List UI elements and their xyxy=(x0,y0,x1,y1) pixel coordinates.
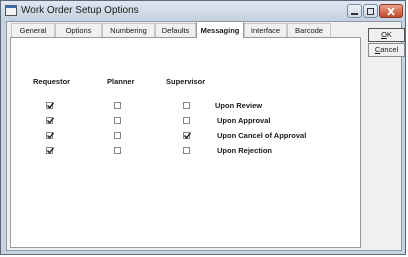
maximize-icon xyxy=(367,8,374,15)
tab-options[interactable]: Options xyxy=(55,23,102,37)
requestor-checkbox[interactable] xyxy=(46,132,55,139)
close-icon xyxy=(387,7,395,16)
planner-checkbox[interactable] xyxy=(114,132,121,139)
dialog-body: General Options Numbering Defaults Messa… xyxy=(6,21,405,251)
event-label: Upon Rejection xyxy=(217,146,273,155)
planner-checkbox[interactable] xyxy=(114,102,121,109)
planner-checkbox[interactable] xyxy=(114,147,121,154)
supervisor-header: Supervisor xyxy=(166,77,206,86)
supervisor-checkbox[interactable] xyxy=(183,117,190,124)
event-label: Upon Approval xyxy=(217,116,271,125)
checkmark-icon xyxy=(46,147,55,154)
requestor-checkbox[interactable] xyxy=(46,147,55,154)
supervisor-checkbox[interactable] xyxy=(183,147,190,154)
tab-barcode[interactable]: Barcode xyxy=(287,23,331,37)
title-bar[interactable]: Work Order Setup Options xyxy=(1,1,405,21)
tab-general[interactable]: General xyxy=(11,23,55,37)
minimize-button[interactable] xyxy=(347,4,362,18)
supervisor-checkbox[interactable] xyxy=(183,102,190,109)
tab-numbering[interactable]: Numbering xyxy=(102,23,155,37)
tab-defaults[interactable]: Defaults xyxy=(155,23,196,37)
window-title: Work Order Setup Options xyxy=(21,5,139,16)
setup-options-window: Work Order Setup Options General Options… xyxy=(0,0,406,255)
close-button[interactable] xyxy=(379,4,403,18)
requestor-checkbox[interactable] xyxy=(46,102,55,109)
event-label: Upon Review xyxy=(215,101,263,110)
app-icon xyxy=(5,5,17,16)
tab-interface[interactable]: Interface xyxy=(244,23,287,37)
maximize-button[interactable] xyxy=(363,4,378,18)
messaging-panel: Requestor Planner Supervisor Upon Review… xyxy=(10,37,361,248)
minimize-icon xyxy=(351,13,358,15)
cancel-label: ancel xyxy=(380,45,399,54)
requestor-header: Requestor xyxy=(33,77,71,86)
checkmark-icon xyxy=(46,102,55,109)
checkmark-icon xyxy=(46,117,55,124)
requestor-checkbox[interactable] xyxy=(46,117,55,124)
planner-checkbox[interactable] xyxy=(114,117,121,124)
planner-header: Planner xyxy=(107,77,135,86)
ok-label: K xyxy=(386,30,392,39)
cancel-button[interactable]: Cancel xyxy=(368,43,405,57)
checkmark-icon xyxy=(183,132,192,139)
event-label: Upon Cancel of Approval xyxy=(217,131,307,140)
checkmark-icon xyxy=(46,132,55,139)
tab-messaging[interactable]: Messaging xyxy=(196,21,244,38)
ok-button[interactable]: OK xyxy=(368,28,405,42)
supervisor-checkbox[interactable] xyxy=(183,132,192,139)
